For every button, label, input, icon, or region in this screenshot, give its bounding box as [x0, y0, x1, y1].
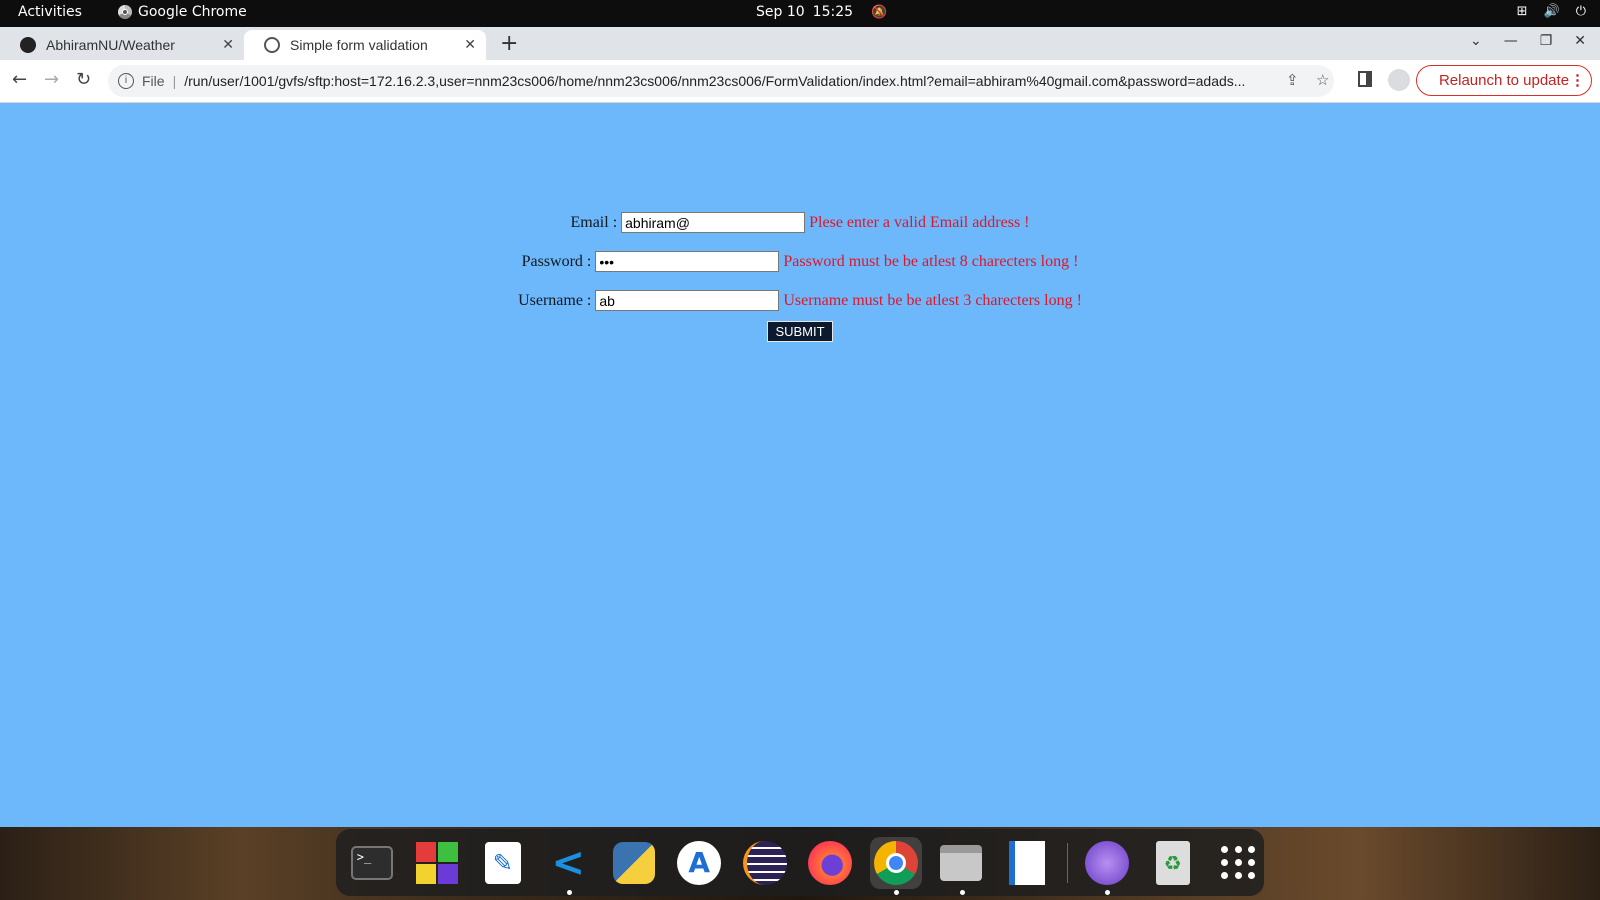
window-controls: ⌄ — ❐ ✕ [1470, 33, 1586, 49]
share-icon[interactable]: ⇪ [1286, 71, 1299, 89]
email-error: Plese enter a valid Email address ! [809, 213, 1030, 231]
text-editor-icon: ✎ [484, 841, 521, 884]
username-label: Username : [518, 291, 592, 309]
trash-icon: ♻ [1155, 840, 1190, 885]
minimize-icon[interactable]: — [1504, 33, 1518, 49]
terminal-icon: >_ [350, 845, 393, 880]
dock-tiles-app[interactable] [412, 837, 464, 889]
globe-icon [264, 37, 280, 53]
chrome-app-icon [118, 5, 132, 19]
email-field[interactable] [621, 212, 806, 233]
username-field[interactable] [595, 290, 780, 311]
submit-button[interactable]: SUBMIT [767, 321, 833, 342]
firefox-icon [808, 840, 853, 885]
site-info-icon[interactable]: i [118, 73, 134, 89]
power-icon: ⏻ [1575, 4, 1586, 19]
dock-firefox[interactable] [805, 837, 857, 889]
github-icon [20, 37, 36, 53]
running-indicator [1105, 889, 1111, 895]
menu-kebab-icon[interactable]: ⋮ [1570, 71, 1585, 89]
volume-icon: 🔊 [1543, 4, 1560, 19]
tab-form-validation[interactable]: Simple form validation ✕ [244, 30, 486, 60]
python-icon [612, 841, 655, 884]
email-label: Email : [570, 213, 618, 231]
close-icon[interactable]: ✕ [222, 36, 234, 53]
clock-date: Sep 10 [756, 4, 805, 20]
password-row: Password : Password must be be atlest 8 … [0, 242, 1600, 281]
omnibox-divider: | [172, 73, 177, 89]
dock-chrome[interactable] [870, 836, 922, 895]
dock-text-editor[interactable]: ✎ [477, 837, 529, 889]
tab-weather[interactable]: AbhiramNU/Weather ✕ [0, 30, 244, 60]
close-icon[interactable]: ✕ [464, 36, 476, 53]
notifications-muted-icon: 🔕 [871, 4, 888, 20]
side-panel-icon[interactable] [1358, 71, 1372, 87]
vscode-icon: < [551, 839, 585, 886]
globe-app-icon [1085, 840, 1130, 885]
profile-avatar[interactable] [1388, 69, 1410, 91]
browser-toolbar: ← → ↻ i File | /run/user/1001/gvfs/sftp:… [0, 60, 1600, 103]
dock-show-apps[interactable] [1212, 837, 1264, 889]
dock-trash[interactable]: ♻ [1147, 837, 1199, 889]
system-tray[interactable]: ⊞ 🔊 ⏻ [1517, 4, 1586, 19]
clock-time: 15:25 [812, 4, 854, 20]
running-indicator [566, 889, 572, 895]
password-field[interactable] [595, 251, 780, 272]
activities-button[interactable]: Activities [18, 4, 82, 20]
running-indicator [894, 889, 899, 895]
system-top-bar: Activities Google Chrome Sep 10 15:25 🔕 … [0, 0, 1600, 27]
clock[interactable]: Sep 10 15:25 🔕 [756, 4, 887, 20]
dock-separator [1066, 842, 1068, 883]
new-tab-button[interactable]: + [500, 31, 518, 56]
chrome-icon [873, 840, 918, 885]
tab-search-icon[interactable]: ⌄ [1470, 33, 1482, 49]
dock-files[interactable] [936, 837, 988, 895]
back-icon[interactable]: ← [12, 69, 27, 90]
dock-globe-app[interactable] [1081, 837, 1133, 895]
validation-form: Email : Plese enter a valid Email addres… [0, 203, 1600, 342]
dock-app-store[interactable]: A [674, 837, 726, 889]
app-menu[interactable]: Google Chrome [118, 4, 247, 20]
relaunch-button[interactable]: Relaunch to update ⋮ [1416, 65, 1592, 96]
tab-strip: AbhiramNU/Weather ✕ Simple form validati… [0, 27, 1600, 60]
network-icon: ⊞ [1516, 4, 1528, 19]
files-icon [940, 844, 983, 881]
username-error: Username must be be atlest 3 charecters … [783, 291, 1082, 309]
running-indicator [959, 889, 965, 895]
forward-icon[interactable]: → [44, 69, 59, 90]
dock-eclipse[interactable] [739, 837, 791, 889]
relaunch-label: Relaunch to update [1438, 72, 1570, 89]
address-bar[interactable]: i File | /run/user/1001/gvfs/sftp:host=1… [108, 65, 1334, 97]
page-content: Email : Plese enter a valid Email addres… [0, 103, 1600, 827]
close-window-icon[interactable]: ✕ [1574, 33, 1586, 49]
username-row: Username : Username must be be atlest 3 … [0, 281, 1600, 320]
tab-title: Simple form validation [290, 37, 428, 53]
show-apps-icon [1221, 845, 1255, 880]
dock-vscode[interactable]: < [543, 837, 595, 895]
dock-terminal[interactable]: >_ [346, 837, 398, 889]
tiles-icon [416, 841, 459, 884]
app-name: Google Chrome [138, 4, 247, 20]
submit-row: SUBMIT [0, 321, 1600, 342]
url-text[interactable]: /run/user/1001/gvfs/sftp:host=172.16.2.3… [184, 73, 1264, 89]
dock-python[interactable] [608, 837, 660, 889]
writer-icon [1008, 840, 1045, 885]
tab-title: AbhiramNU/Weather [46, 37, 175, 53]
reload-icon[interactable]: ↻ [76, 69, 91, 90]
email-row: Email : Plese enter a valid Email addres… [0, 203, 1600, 242]
dock-writer[interactable] [1001, 837, 1053, 889]
password-error: Password must be be atlest 8 charecters … [783, 252, 1079, 270]
scheme-label: File [142, 73, 165, 89]
eclipse-icon [742, 840, 787, 885]
dock: >_ ✎ < A ♻ [336, 829, 1264, 896]
restore-icon[interactable]: ❐ [1540, 33, 1553, 49]
password-label: Password : [521, 252, 592, 270]
app-store-icon: A [677, 840, 722, 885]
bookmark-star-icon[interactable]: ☆ [1316, 71, 1329, 89]
